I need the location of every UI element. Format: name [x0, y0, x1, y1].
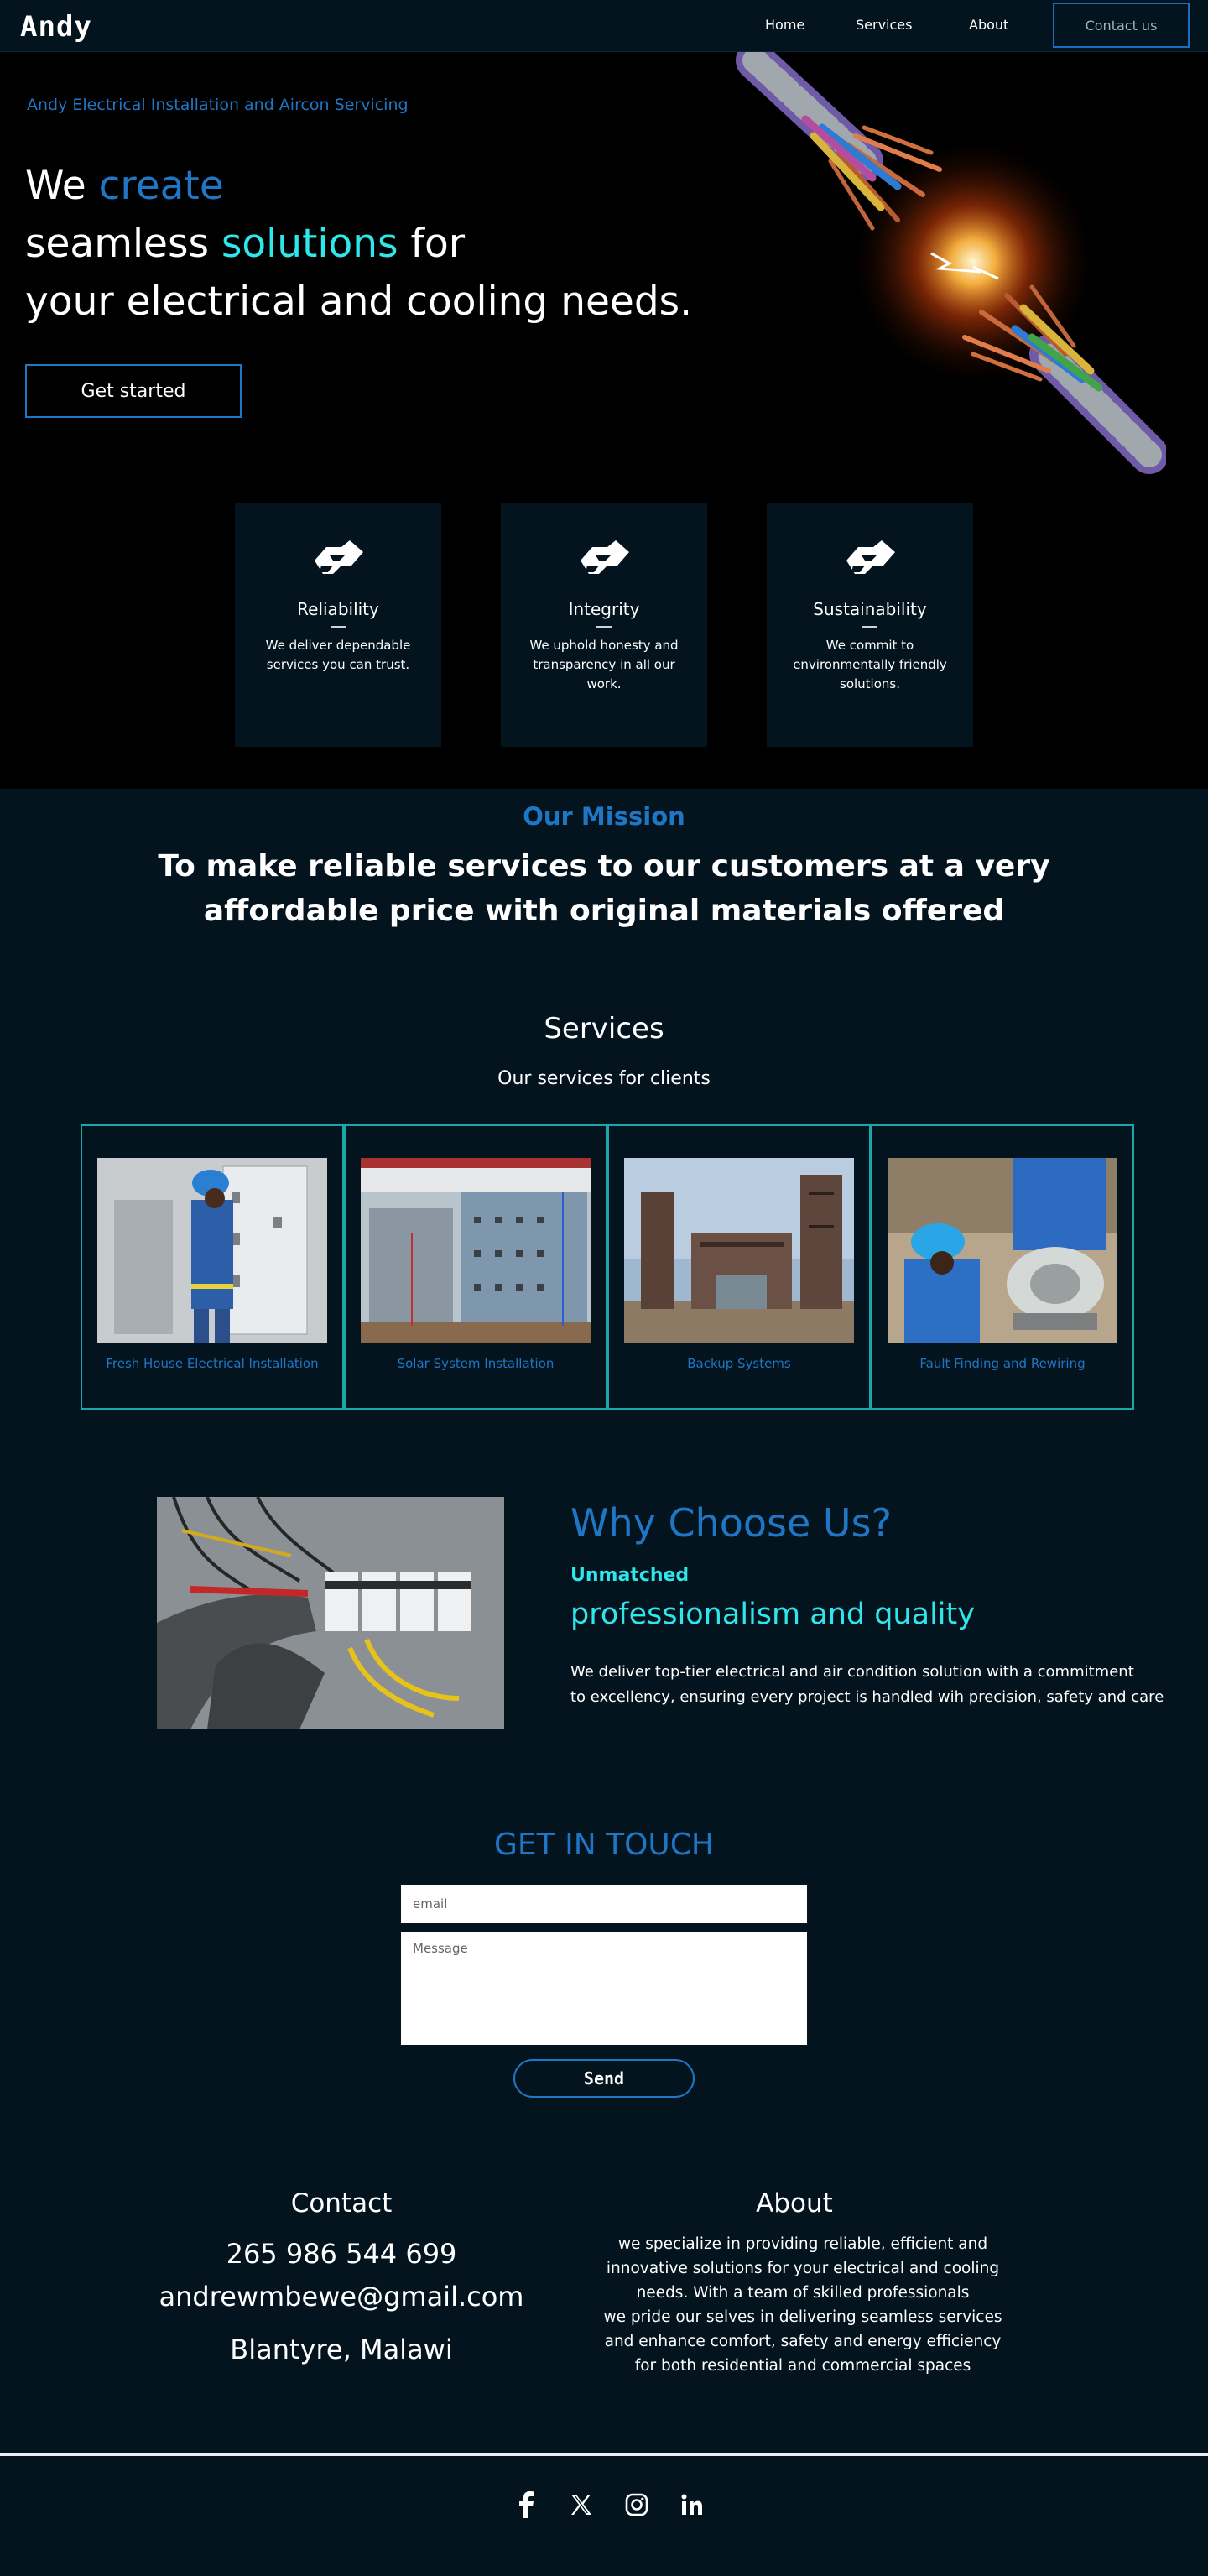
services-subheading: Our services for clients	[497, 1068, 711, 1089]
value-card-reliability: Reliability We deliver dependable servic…	[235, 503, 441, 747]
why-subheading-large: professionalism and quality	[570, 1598, 975, 1631]
service-label: Fault Finding and Rewiring	[919, 1356, 1086, 1371]
divider	[596, 626, 612, 628]
x-icon[interactable]	[567, 2490, 596, 2519]
mission-heading: Our Mission	[523, 802, 685, 831]
hero-title-text: seamless	[25, 221, 221, 267]
why-desc-line: to excellency, ensuring every project is…	[570, 1688, 1164, 1706]
logo[interactable]: Andy	[20, 10, 92, 44]
value-title: Integrity	[568, 599, 640, 619]
get-in-touch-heading: GET IN TOUCH	[494, 1828, 714, 1862]
electric-cables-image	[736, 52, 1166, 474]
send-button[interactable]: Send	[513, 2059, 695, 2098]
value-desc: We deliver dependable services you can t…	[265, 638, 411, 672]
service-card[interactable]: Solar System Installation	[344, 1124, 607, 1410]
services-heading: Services	[544, 1012, 664, 1046]
contact-location: Blantyre, Malawi	[230, 2334, 453, 2365]
divider	[331, 626, 346, 628]
value-card-sustainability: Sustainability We commit to environmenta…	[767, 503, 973, 747]
why-desc-line: We deliver top-tier electrical and air c…	[570, 1663, 1134, 1681]
why-subheading: Unmatched	[570, 1565, 690, 1586]
value-desc: We uphold honesty and transparency in al…	[529, 638, 679, 691]
hero-title-text: your electrical and cooling needs.	[25, 279, 693, 325]
value-title: Sustainability	[813, 599, 927, 619]
solar-switchgear-photo	[361, 1158, 591, 1343]
facebook-icon[interactable]	[512, 2490, 540, 2519]
nav-about-link[interactable]: About	[969, 17, 1008, 33]
hero-title-text: We	[25, 163, 99, 209]
mission-text: To make reliable services to our custome…	[158, 849, 1050, 928]
top-nav: Andy Home Services About Contact us	[0, 0, 1208, 52]
backup-plant-photo	[624, 1158, 854, 1343]
service-card[interactable]: Fault Finding and Rewiring	[871, 1124, 1134, 1410]
hero-title-highlight: solutions	[221, 221, 398, 267]
about-line: and enhance comfort, safety and energy e…	[604, 2333, 1002, 2350]
hero-title: We create seamless solutions for your el…	[25, 157, 692, 331]
instagram-icon[interactable]	[622, 2490, 651, 2519]
contact-us-button[interactable]: Contact us	[1053, 3, 1190, 48]
motor-repair-photo	[888, 1158, 1117, 1343]
contact-heading: Contact	[290, 2188, 393, 2219]
about-line: we specialize in providing reliable, eff…	[617, 2235, 988, 2253]
handshake-icon	[846, 540, 895, 574]
electrician-testing-photo	[157, 1497, 504, 1729]
about-line: innovative solutions for your electrical…	[606, 2260, 1000, 2277]
service-card[interactable]: Fresh House Electrical Installation	[81, 1124, 344, 1410]
message-textarea[interactable]	[401, 1932, 807, 2045]
contact-phone[interactable]: 265 986 544 699	[0, 2238, 683, 2270]
why-heading: Why Choose Us?	[570, 1500, 892, 1546]
why-description: We deliver top-tier electrical and air c…	[570, 1660, 1174, 1710]
email-input[interactable]	[401, 1885, 807, 1923]
nav-home-link[interactable]: Home	[765, 17, 804, 33]
about-text: we specialize in providing reliable, eff…	[587, 2232, 1018, 2378]
value-card-integrity: Integrity We uphold honesty and transpar…	[501, 503, 707, 747]
handshake-icon	[315, 540, 363, 574]
divider	[862, 626, 877, 628]
hero-tagline: Andy Electrical Installation and Aircon …	[27, 96, 409, 114]
about-line: we pride our selves in delivering seamle…	[603, 2308, 1002, 2326]
footer-divider	[0, 2453, 1208, 2456]
hero-title-text: for	[398, 221, 466, 267]
handshake-icon	[581, 540, 629, 574]
value-title: Reliability	[297, 599, 379, 619]
about-line: needs. With a team of skilled profession…	[636, 2284, 970, 2302]
service-card[interactable]: Backup Systems	[607, 1124, 871, 1410]
service-label: Backup Systems	[687, 1356, 791, 1371]
hero-section: Andy Electrical Installation and Aircon …	[0, 52, 1208, 789]
about-line: for both residential and commercial spac…	[634, 2357, 971, 2375]
service-label: Solar System Installation	[397, 1356, 555, 1371]
get-started-button[interactable]: Get started	[25, 364, 242, 418]
value-desc: We commit to environmentally friendly so…	[793, 638, 947, 691]
hero-title-highlight: create	[98, 163, 224, 209]
contact-email[interactable]: andrewmbewe@gmail.com	[0, 2281, 683, 2313]
linkedin-icon[interactable]	[678, 2490, 706, 2519]
about-heading: About	[756, 2188, 833, 2219]
electrician-panel-photo	[97, 1158, 327, 1343]
nav-services-link[interactable]: Services	[856, 17, 912, 33]
service-label: Fresh House Electrical Installation	[106, 1356, 319, 1371]
